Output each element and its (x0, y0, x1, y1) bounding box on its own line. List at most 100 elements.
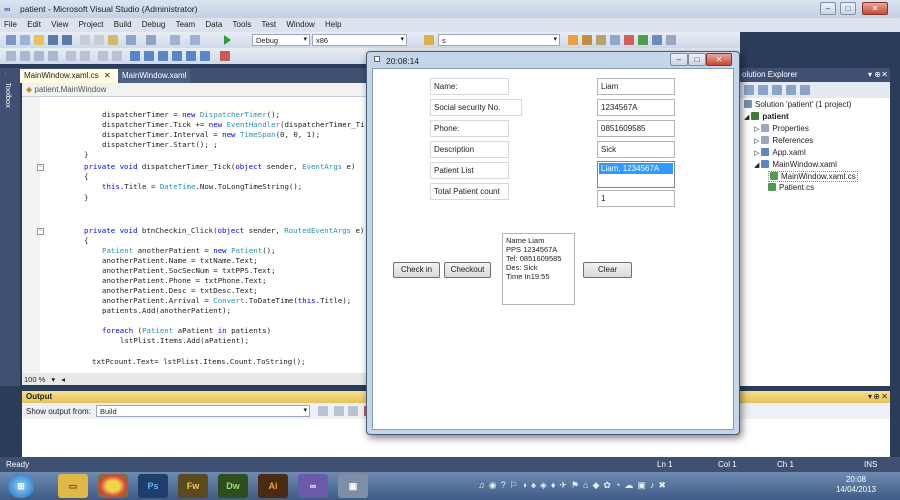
dropdown-arrow-icon[interactable]: ▾ (868, 70, 872, 79)
go-to-next-message-icon[interactable] (348, 406, 358, 416)
menu-team[interactable]: Team (172, 18, 200, 29)
quick-info-icon[interactable] (34, 51, 44, 61)
properties-icon[interactable] (744, 85, 754, 95)
photoshop-icon[interactable]: Ps (138, 474, 168, 498)
notification-area-icons[interactable]: ♫◉?⚐◑♠◈♦✈⚑⌂◆✿◔☁▣♪✖ (478, 480, 778, 492)
file-explorer-icon[interactable]: ▭ (58, 474, 88, 498)
scroll-left-icon[interactable]: ◂ (61, 375, 65, 384)
next-bookmark-icon[interactable] (158, 51, 168, 61)
start-button[interactable]: ⊞ (8, 474, 34, 498)
collapse-outline-icon[interactable]: − (37, 164, 44, 171)
output-source-dropdown[interactable]: Build ▾ (96, 405, 310, 417)
visual-studio-taskbar-icon[interactable]: ∞ (298, 474, 328, 498)
tree-item-patient-cs[interactable]: Patient.cs (768, 183, 814, 192)
tree-item-mainwindow-xaml[interactable]: ◢ MainWindow.xaml (754, 160, 837, 169)
menu-tools[interactable]: Tools (229, 18, 256, 29)
open-file-icon[interactable] (34, 35, 44, 45)
clear-bookmarks-icon[interactable] (200, 51, 210, 61)
menu-build[interactable]: Build (110, 18, 136, 29)
expander-icon[interactable]: ▷ (754, 138, 759, 145)
properties-window-icon[interactable] (582, 35, 592, 45)
toggle-bookmark-icon[interactable] (130, 51, 140, 61)
expander-icon[interactable]: ◢ (754, 162, 759, 169)
extension-manager-icon[interactable] (652, 35, 662, 45)
app-maximize-button[interactable]: □ (688, 53, 706, 66)
undo-icon[interactable] (126, 35, 136, 45)
pin-icon[interactable]: ⊕ (874, 70, 881, 79)
menu-window[interactable]: Window (282, 18, 318, 29)
chrome-icon[interactable] (98, 474, 128, 498)
comment-out-icon[interactable] (98, 51, 108, 61)
start-page-icon[interactable] (638, 35, 648, 45)
object-browser-icon[interactable] (596, 35, 606, 45)
decrease-indent-icon[interactable] (66, 51, 76, 61)
dreamweaver-icon[interactable]: Dw (218, 474, 248, 498)
tree-item-solution[interactable]: Solution 'patient' (1 project) (744, 100, 851, 109)
clear-button[interactable]: Clear (583, 262, 632, 278)
menu-file[interactable]: File (0, 18, 21, 29)
go-to-previous-message-icon[interactable] (334, 406, 344, 416)
check-in-button[interactable]: Check in (393, 262, 440, 278)
menu-test[interactable]: Test (257, 18, 280, 29)
expander-icon[interactable]: ◢ (744, 114, 749, 121)
editor-toolbar-options-icon[interactable] (220, 51, 230, 61)
illustrator-icon[interactable]: Ai (258, 474, 288, 498)
menu-data[interactable]: Data (201, 18, 226, 29)
description-input[interactable]: Sick (597, 141, 675, 158)
close-icon[interactable]: ✕ (881, 392, 888, 401)
close-icon[interactable]: ✕ (881, 70, 888, 79)
team-explorer-icon[interactable] (624, 35, 634, 45)
ssn-input[interactable]: 1234567A (597, 99, 675, 116)
tree-item-app-xaml[interactable]: ▷ App.xaml (754, 148, 806, 157)
refresh-icon[interactable] (772, 85, 782, 95)
chevron-down-icon[interactable]: ▾ (51, 375, 55, 384)
find-in-files-icon[interactable] (424, 35, 434, 45)
new-project-icon[interactable] (6, 35, 16, 45)
menu-debug[interactable]: Debug (138, 18, 170, 29)
previous-bookmark-icon[interactable] (144, 51, 154, 61)
solution-explorer-icon[interactable] (568, 35, 578, 45)
menu-project[interactable]: Project (75, 18, 108, 29)
patient-listbox[interactable]: Liam, 1234567A (597, 161, 675, 188)
save-all-icon[interactable] (62, 35, 72, 45)
cut-icon[interactable] (80, 35, 90, 45)
taskbar-clock[interactable]: 20:08 14/04/2013 (836, 475, 876, 495)
previous-bookmark-in-folder-icon[interactable] (172, 51, 182, 61)
navigate-forward-icon[interactable] (190, 35, 200, 45)
phone-input[interactable]: 0851609585 (597, 120, 675, 137)
type-navigation-dropdown[interactable]: ◆ patient.MainWindow (22, 83, 370, 97)
word-completion-icon[interactable] (48, 51, 58, 61)
next-bookmark-in-folder-icon[interactable] (186, 51, 196, 61)
list-item[interactable]: Liam, 1234567A (599, 163, 673, 174)
display-parameter-info-icon[interactable] (20, 51, 30, 61)
menu-view[interactable]: View (47, 18, 72, 29)
tree-item-references[interactable]: ▷ References (754, 136, 813, 145)
app-minimize-button[interactable]: – (670, 53, 688, 66)
zoom-level[interactable]: 100 % (24, 375, 45, 384)
save-icon[interactable] (48, 35, 58, 45)
tab-mainwindow-xaml[interactable]: MainWindow.xaml (118, 69, 190, 83)
running-app-taskbar-icon[interactable]: ▣ (338, 474, 368, 498)
minimize-button[interactable]: – (820, 2, 836, 15)
toolbox-strip[interactable]: ✎ Toolbox (0, 68, 20, 386)
paste-icon[interactable] (108, 35, 118, 45)
view-designer-icon[interactable] (800, 85, 810, 95)
pin-icon[interactable]: ⊕ (873, 392, 880, 401)
checkout-button[interactable]: Checkout (444, 262, 491, 278)
redo-icon[interactable] (146, 35, 156, 45)
menu-help[interactable]: Help (321, 18, 345, 29)
patient-count-input[interactable]: 1 (597, 190, 675, 207)
toolbox-icon[interactable] (610, 35, 620, 45)
toolbox-label[interactable]: Toolbox (4, 82, 13, 108)
expander-icon[interactable]: ▷ (754, 126, 759, 133)
name-input[interactable]: Liam (597, 78, 675, 95)
collapse-outline-icon[interactable]: − (37, 228, 44, 235)
app-close-button[interactable]: ✕ (706, 53, 732, 66)
toolbar-options-icon[interactable] (666, 35, 676, 45)
fireworks-icon[interactable]: Fw (178, 474, 208, 498)
uncomment-icon[interactable] (112, 51, 122, 61)
add-item-icon[interactable] (20, 35, 30, 45)
close-button[interactable]: ✕ (862, 2, 888, 15)
solution-configuration-dropdown[interactable]: Debug ▾ (252, 34, 310, 46)
find-combo[interactable]: s ▾ (438, 34, 560, 46)
